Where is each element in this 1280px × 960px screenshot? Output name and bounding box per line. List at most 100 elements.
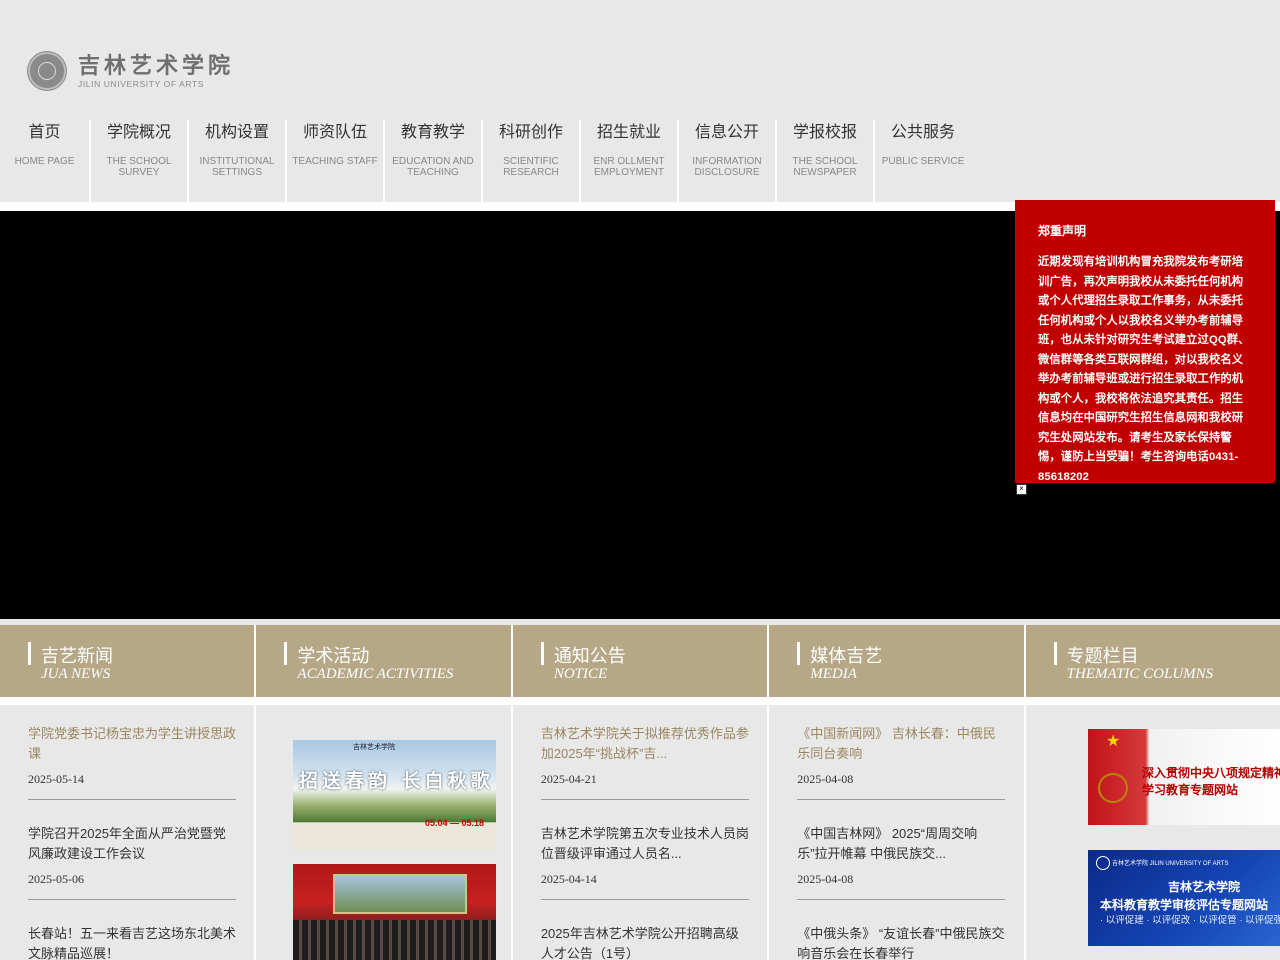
section-subtitle: THEMATIC COLUMNS [1066, 666, 1214, 682]
section-subtitle: JUA NEWS [41, 666, 111, 682]
nav-sublabel: INFORMATION DISCLOSURE [692, 156, 762, 178]
news-title[interactable]: 《中国吉林网》 2025“周周交响乐”拉开帷幕 中俄民族交... [797, 824, 1005, 864]
nav-sublabel: ENR OLLMENT EMPLOYMENT [593, 156, 665, 178]
nav-school-newspaper[interactable]: 学报校报 THE SCHOOL NEWSPAPER [777, 120, 875, 202]
list-item[interactable]: 《中国新闻网》 吉林长春：中俄民乐同台奏响 2025-04-08 [797, 724, 1006, 800]
list-item[interactable]: 吉林艺术学院第五次专业技术人员岗位晋级评审通过人员名... 2025-04-14 [540, 824, 749, 900]
nav-information-disclosure[interactable]: 信息公开 INFORMATION DISCLOSURE [679, 120, 777, 202]
divider [540, 799, 749, 800]
section-academic[interactable]: 学术活动 ACADEMIC ACTIVITIES [256, 625, 513, 697]
section-title: 专题栏目 [1066, 646, 1139, 666]
nav-label: 学院概况 [106, 124, 171, 141]
nav-sublabel: PUBLIC SERVICE [881, 156, 965, 167]
news-title[interactable]: 吉林艺术学院第五次专业技术人员岗位晋级评审通过人员名... [541, 824, 749, 864]
news-title[interactable]: 长春站！五一来看吉艺这场东北美术文脉精品巡展！ [28, 924, 236, 960]
list-item[interactable]: 《中俄头条》 “友谊长春”中俄民族交响音乐会在长春举行 [797, 924, 1005, 960]
section-bar [284, 642, 288, 665]
list-item[interactable]: 吉林艺术学院关于拟推荐优秀作品参加2025年“挑战杯”吉... 2025-04-… [540, 724, 749, 800]
nav-label: 招生就业 [596, 124, 661, 141]
list-item[interactable]: 长春站！五一来看吉艺这场东北美术文脉精品巡展！ [28, 924, 236, 960]
section-bar [28, 642, 31, 665]
list-item[interactable]: 学院召开2025年全面从严治党暨党风廉政建设工作会议 2025-05-06 [28, 824, 236, 900]
divider [540, 899, 749, 900]
news-title[interactable]: 2025年吉林艺术学院公开招聘高级人才公告（1号） [541, 924, 749, 960]
section-bar [797, 642, 801, 665]
news-date: 2025-05-14 [28, 772, 84, 786]
logo-chinese-name: 吉林艺术学院 [78, 52, 235, 79]
nav-label: 教育教学 [400, 124, 465, 141]
group-photo-people [293, 920, 496, 960]
academic-poster-image[interactable]: 吉林艺术学院 招送春韵 长白秋歌 05.04 — 05.18 [293, 740, 496, 849]
section-notice[interactable]: 通知公告 NOTICE [512, 625, 770, 697]
section-bar [540, 642, 544, 665]
news-title[interactable]: 学院召开2025年全面从严治党暨党风廉政建设工作会议 [28, 824, 236, 864]
media-column: 《中国新闻网》 吉林长春：中俄民乐同台奏响 2025-04-08 《中国吉林网》… [769, 705, 1026, 960]
nav-label: 科研创作 [498, 124, 563, 141]
nav-label: 师资队伍 [302, 124, 367, 141]
divider [28, 799, 236, 800]
news-date: 2025-04-08 [797, 772, 854, 786]
news-title[interactable]: 学院党委书记杨宝忠为学生讲授思政课 [28, 724, 236, 764]
site-logo[interactable]: 吉林艺术学院 JILIN UNIVERSITY OF ARTS [28, 52, 234, 90]
nav-sublabel: INSTITUTIONAL SETTINGS [199, 156, 275, 178]
section-thematic[interactable]: 专题栏目 THEMATIC COLUMNS [1025, 625, 1280, 697]
section-subtitle: MEDIA [810, 666, 857, 682]
section-subtitle: ACADEMIC ACTIVITIES [297, 666, 454, 682]
jua-news-column: 学院党委书记杨宝忠为学生讲授思政课 2025-05-14 学院召开2025年全面… [0, 705, 257, 960]
divider [797, 799, 1006, 800]
topic-line1: 深入贯彻中央八项规定精神 [1142, 766, 1280, 780]
nav-institutional-settings[interactable]: 机构设置 INSTITUTIONAL SETTINGS [189, 120, 287, 202]
section-bar [1053, 642, 1057, 665]
section-headers: 吉艺新闻 JUA NEWS 学术活动 ACADEMIC ACTIVITIES 通知公… [0, 625, 1280, 697]
academic-event-photo[interactable] [293, 864, 496, 960]
nav-home[interactable]: 首页 HOME PAGE [0, 120, 91, 202]
topic-banner-title: 深入贯彻中央八项规定精神 学习教育专题网站 [1142, 765, 1280, 799]
news-title[interactable]: 吉林艺术学院关于拟推荐优秀作品参加2025年“挑战杯”吉... [541, 724, 749, 764]
list-item[interactable]: 《中国吉林网》 2025“周周交响乐”拉开帷幕 中俄民族交... 2025-04… [797, 824, 1006, 900]
close-icon[interactable]: × [1016, 484, 1027, 495]
main-nav: 首页 HOME PAGE 学院概况 THE SCHOOL SURVEY 机构设置 IN… [0, 120, 971, 202]
popup-title: 郑重声明 [1038, 224, 1087, 238]
news-title[interactable]: 《中俄头条》 “友谊长春”中俄民族交响音乐会在长春举行 [797, 924, 1005, 960]
topic-school-name: 吉林艺术学院 [1168, 880, 1241, 894]
nav-sublabel: THE SCHOOL SURVEY [106, 156, 172, 178]
topic-mini-label: 吉林艺术学院 JILIN UNIVERSITY OF ARTS [1112, 861, 1229, 867]
news-date: 2025-05-06 [28, 872, 84, 886]
section-jua-news[interactable]: 吉艺新闻 JUA NEWS [0, 625, 257, 697]
divider [0, 697, 1280, 705]
poster-date: 05.04 — 05.18 [424, 818, 484, 828]
poster-header: 吉林艺术学院 [353, 744, 395, 751]
nav-label: 学报校报 [792, 124, 857, 141]
nav-school-survey[interactable]: 学院概况 THE SCHOOL SURVEY [91, 120, 189, 202]
nav-sublabel: TEACHING STAFF [292, 156, 378, 167]
nav-label: 机构设置 [204, 124, 269, 141]
topic-banner-eight-rules[interactable]: ★ 深入贯彻中央八项规定精神 学习教育专题网站 [1088, 729, 1280, 825]
notice-column: 吉林艺术学院关于拟推荐优秀作品参加2025年“挑战杯”吉... 2025-04-… [512, 705, 770, 960]
nav-teaching-staff[interactable]: 师资队伍 TEACHING STAFF [287, 120, 385, 202]
nav-education-teaching[interactable]: 教育教学 EDUCATION AND TEACHING [385, 120, 483, 202]
nav-label: 首页 [28, 124, 61, 141]
section-media[interactable]: 媒体吉艺 MEDIA [769, 625, 1026, 697]
header: 吉林艺术学院 JILIN UNIVERSITY OF ARTS 首页 HOME P… [0, 0, 1280, 210]
popup-body: 近期发现有培训机构冒充我院发布考研培训广告，再次声明我校从未委托任何机构或个人代… [1038, 256, 1250, 483]
nav-sublabel: EDUCATION AND TEACHING [392, 156, 474, 178]
poster-title: 招送春韵 长白秋歌 [299, 770, 494, 792]
section-title: 学术活动 [297, 646, 370, 666]
school-seal-icon [28, 52, 66, 90]
nav-sublabel: THE SCHOOL NEWSPAPER [792, 156, 858, 178]
logo-english-name: JILIN UNIVERSITY OF ARTS [78, 78, 205, 89]
news-title[interactable]: 《中国新闻网》 吉林长春：中俄民乐同台奏响 [797, 724, 1005, 764]
star-icon: ★ [1106, 733, 1121, 750]
news-date: 2025-04-14 [540, 872, 597, 886]
topic-banner-assessment[interactable]: 吉林艺术学院 JILIN UNIVERSITY OF ARTS 吉林艺术学院 本… [1088, 850, 1280, 946]
stage-backdrop [333, 874, 467, 914]
nav-public-service[interactable]: 公共服务 PUBLIC SERVICE [875, 120, 971, 202]
topic-slogan: · 以评促建 · 以评促改 · 以评促管 · 以评促强 [1100, 915, 1280, 926]
news-date: 2025-04-21 [540, 772, 597, 786]
nav-scientific-research[interactable]: 科研创作 SCIENTIFIC RESEARCH [483, 120, 581, 202]
list-item[interactable]: 学院党委书记杨宝忠为学生讲授思政课 2025-05-14 [28, 724, 236, 800]
list-item[interactable]: 2025年吉林艺术学院公开招聘高级人才公告（1号） [541, 924, 749, 960]
nav-enrollment-employment[interactable]: 招生就业 ENR OLLMENT EMPLOYMENT [581, 120, 679, 202]
section-title: 通知公告 [553, 646, 626, 666]
announcement-popup[interactable]: 郑重声明 近期发现有培训机构冒充我院发布考研培训广告，再次声明我校从未委托任何机… [1015, 200, 1275, 483]
